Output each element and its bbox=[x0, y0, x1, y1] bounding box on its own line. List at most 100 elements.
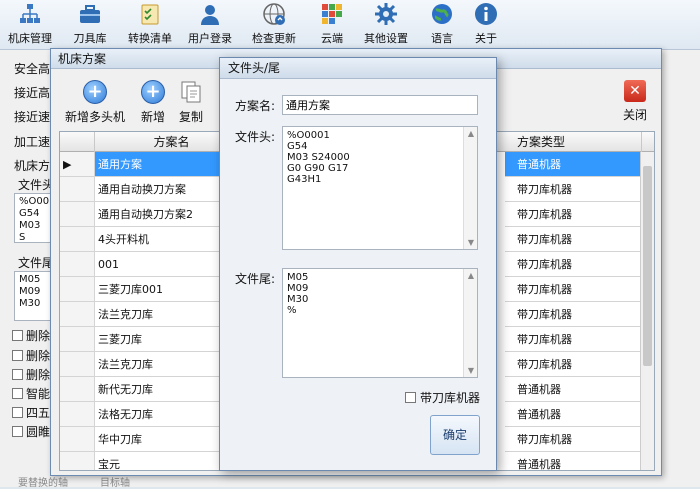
cell-scheme-type[interactable]: 普通机器 bbox=[505, 152, 642, 177]
row-indicator[interactable] bbox=[60, 377, 95, 402]
code-line: M03 S bbox=[19, 220, 41, 243]
code-line: G54 bbox=[19, 208, 40, 219]
toolbar-other-settings-button[interactable]: 其他设置 bbox=[356, 2, 416, 48]
file-head-label: 文件头 bbox=[18, 178, 55, 192]
code-line: M30 bbox=[19, 298, 41, 309]
toolbar-label: 刀具库 bbox=[73, 32, 107, 45]
code-line: %O0001 bbox=[287, 130, 330, 141]
option-checkbox[interactable]: 四五 bbox=[12, 404, 50, 421]
cell-scheme-type[interactable]: 带刀库机器 bbox=[505, 277, 642, 302]
cell-scheme-type[interactable]: 带刀库机器 bbox=[505, 202, 642, 227]
copy-icon bbox=[181, 81, 201, 103]
toolbar-label: 关于 bbox=[475, 32, 497, 45]
row-indicator[interactable] bbox=[60, 402, 95, 427]
row-indicator[interactable] bbox=[60, 427, 95, 452]
checklist-icon bbox=[141, 4, 159, 25]
table-scrollbar[interactable] bbox=[640, 152, 654, 470]
row-indicator[interactable] bbox=[60, 327, 95, 352]
scroll-up-icon[interactable]: ▲ bbox=[464, 129, 478, 138]
tool-magazine-checkbox[interactable]: 带刀库机器 bbox=[405, 389, 480, 406]
file-tail-textarea[interactable]: M05 M09 M30 % ▲ ▼ bbox=[282, 268, 478, 378]
file-head-textarea[interactable]: %O00 G54 M03 S bbox=[14, 193, 54, 243]
toolbar-tool-library-button[interactable]: 刀具库 bbox=[60, 2, 120, 48]
cell-scheme-type[interactable]: 带刀库机器 bbox=[505, 227, 642, 252]
add-icon: + bbox=[83, 80, 107, 104]
file-tail-textarea[interactable]: M05 M09 M30 bbox=[14, 271, 54, 321]
code-line: M03 S24000 bbox=[287, 152, 350, 163]
field-label: 接近高 bbox=[14, 86, 51, 100]
field-label: 接近速 bbox=[14, 110, 51, 124]
code-line: G54 bbox=[287, 141, 308, 152]
field-label: 加工速 bbox=[14, 135, 51, 149]
file-tail-label: 文件尾: bbox=[235, 272, 276, 286]
toolbar-about-button[interactable]: 关于 bbox=[456, 2, 516, 48]
row-indicator[interactable] bbox=[60, 352, 95, 377]
scheme-name-label: 方案名: bbox=[235, 99, 276, 113]
cell-scheme-type[interactable]: 普通机器 bbox=[505, 377, 642, 402]
cell-scheme-type[interactable]: 带刀库机器 bbox=[505, 252, 642, 277]
row-indicator[interactable] bbox=[60, 252, 95, 277]
option-checkbox[interactable]: 圆睢 bbox=[12, 423, 50, 440]
code-line: M30 bbox=[287, 294, 309, 305]
textarea-scrollbar[interactable]: ▲ ▼ bbox=[463, 269, 477, 377]
cloud-grid-icon bbox=[322, 4, 342, 24]
gear-icon bbox=[375, 3, 397, 25]
cell-scheme-type[interactable]: 带刀库机器 bbox=[505, 302, 642, 327]
toolbar-user-login-button[interactable]: 用户登录 bbox=[180, 2, 240, 48]
file-tail-label: 文件尾 bbox=[18, 256, 55, 270]
add-button[interactable]: + 新增 bbox=[141, 80, 165, 125]
option-checkbox[interactable]: 删除 bbox=[12, 327, 50, 344]
user-icon bbox=[201, 5, 219, 25]
toolbar-label: 用户登录 bbox=[188, 32, 232, 45]
add-icon: + bbox=[141, 80, 165, 104]
toolbar-label: 机床管理 bbox=[8, 32, 52, 45]
file-head-tail-dialog: 文件头/尾 方案名: 文件头: %O0001 G54 M03 S24000 G0… bbox=[219, 57, 497, 471]
scroll-up-icon[interactable]: ▲ bbox=[464, 271, 478, 280]
textarea-scrollbar[interactable]: ▲ ▼ bbox=[463, 127, 477, 249]
cell-scheme-type[interactable]: 带刀库机器 bbox=[505, 427, 642, 452]
code-line: M09 bbox=[287, 283, 309, 294]
option-checkbox[interactable]: 智能 bbox=[12, 385, 50, 402]
toolbox-icon bbox=[80, 5, 100, 23]
row-indicator[interactable]: ▶ bbox=[60, 152, 95, 177]
cell-scheme-type[interactable]: 普通机器 bbox=[505, 402, 642, 427]
copy-button[interactable]: 复制 bbox=[179, 80, 203, 125]
toolbar-conversion-list-button[interactable]: 转换清单 bbox=[120, 2, 180, 48]
cell-scheme-type[interactable]: 普通机器 bbox=[505, 452, 642, 470]
row-indicator[interactable] bbox=[60, 302, 95, 327]
code-line: %O00 bbox=[19, 196, 50, 207]
row-indicator[interactable] bbox=[60, 227, 95, 252]
close-button[interactable]: ✕ 关闭 bbox=[623, 80, 647, 123]
row-indicator[interactable] bbox=[60, 277, 95, 302]
option-checkbox[interactable]: 删除 bbox=[12, 347, 50, 364]
ok-button[interactable]: 确定 bbox=[430, 415, 480, 455]
indicator-header bbox=[60, 132, 95, 152]
cell-scheme-type[interactable]: 带刀库机器 bbox=[505, 177, 642, 202]
column-header-type[interactable]: 方案类型 bbox=[505, 132, 642, 152]
code-line: G0 G90 G17 bbox=[287, 163, 349, 174]
checkbox-label: 带刀库机器 bbox=[420, 391, 481, 405]
option-checkbox[interactable]: 删除 bbox=[12, 366, 50, 383]
file-head-textarea[interactable]: %O0001 G54 M03 S24000 G0 G90 G17 G43H1 ▲… bbox=[282, 126, 478, 250]
code-line: G43H1 bbox=[287, 174, 322, 185]
close-icon: ✕ bbox=[624, 80, 646, 102]
cell-scheme-type[interactable]: 带刀库机器 bbox=[505, 352, 642, 377]
globe-update-icon bbox=[263, 3, 285, 25]
scroll-down-icon[interactable]: ▼ bbox=[464, 366, 478, 375]
row-indicator[interactable] bbox=[60, 202, 95, 227]
scroll-down-icon[interactable]: ▼ bbox=[464, 238, 478, 247]
toolbar-label: 检查更新 bbox=[252, 32, 296, 45]
toolbar-check-update-button[interactable]: 检查更新 bbox=[244, 2, 304, 48]
add-multihead-button[interactable]: + 新增多头机 bbox=[65, 80, 125, 125]
scheme-name-input[interactable] bbox=[282, 95, 478, 115]
row-indicator[interactable] bbox=[60, 452, 95, 470]
globe-icon bbox=[432, 4, 452, 24]
row-indicator[interactable] bbox=[60, 177, 95, 202]
checkbox-box[interactable] bbox=[405, 392, 416, 403]
toolbar-label: 云端 bbox=[321, 32, 343, 45]
scroll-thumb[interactable] bbox=[643, 166, 652, 366]
toolbar-cloud-button[interactable]: 云端 bbox=[302, 2, 362, 48]
code-line: % bbox=[287, 305, 297, 316]
toolbar-machine-manage-button[interactable]: 机床管理 bbox=[0, 2, 60, 48]
cell-scheme-type[interactable]: 带刀库机器 bbox=[505, 327, 642, 352]
